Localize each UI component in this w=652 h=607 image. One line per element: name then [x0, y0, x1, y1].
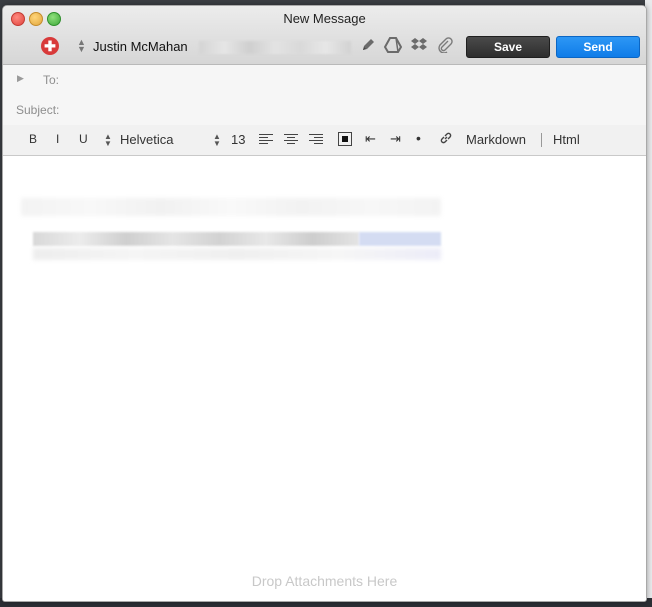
pencil-icon[interactable]	[359, 37, 377, 55]
font-stepper-icon[interactable]: ▲ ▼	[104, 133, 112, 148]
paperclip-icon[interactable]	[436, 37, 454, 55]
dropbox-icon[interactable]	[410, 37, 428, 55]
drop-attachments-hint: Drop Attachments Here	[251, 573, 398, 589]
font-size-select[interactable]: 13	[231, 132, 245, 147]
align-right-icon[interactable]	[309, 134, 323, 145]
title-bar: New Message ✚ ▲ ▼ Justin McMahan Save Sen…	[3, 6, 646, 65]
format-toolbar: B I U ▲ ▼ Helvetica ▲ ▼ 13 ⇤ ⇥ • Markdown …	[3, 125, 646, 156]
html-mode-button[interactable]: Html	[553, 132, 580, 147]
size-stepper-icon[interactable]: ▲ ▼	[213, 133, 221, 148]
subject-label: Subject:	[16, 103, 60, 117]
align-left-icon[interactable]	[259, 134, 273, 145]
from-account-icon[interactable]: ✚	[41, 37, 59, 55]
message-body-editor[interactable]: Drop Attachments Here	[3, 156, 646, 601]
save-button[interactable]: Save	[466, 36, 550, 58]
to-label: To:	[43, 73, 60, 87]
compose-window: New Message ✚ ▲ ▼ Justin McMahan Save Sen…	[2, 5, 647, 602]
redacted-link	[359, 232, 441, 246]
send-button[interactable]: Send	[556, 36, 640, 58]
expand-recipients-icon[interactable]: ▶	[17, 73, 24, 84]
italic-button[interactable]: I	[56, 132, 59, 146]
subject-field-row[interactable]: Subject:	[3, 95, 646, 126]
from-stepper-icon[interactable]: ▲ ▼	[77, 38, 86, 54]
align-center-icon[interactable]	[284, 134, 298, 145]
bullet-list-icon[interactable]: •	[416, 130, 421, 146]
underline-button[interactable]: U	[79, 132, 88, 146]
markdown-mode-button[interactable]: Markdown	[466, 132, 526, 147]
text-color-icon[interactable]	[338, 132, 352, 146]
redacted-text-line	[21, 198, 441, 216]
window-title: New Message	[283, 11, 366, 26]
to-field-row[interactable]: ▶ To:	[3, 65, 646, 96]
from-account-name[interactable]: Justin McMahan	[93, 39, 188, 54]
google-drive-icon[interactable]	[383, 37, 403, 55]
outdent-icon[interactable]: ⇤	[365, 131, 376, 147]
font-select[interactable]: Helvetica	[120, 132, 173, 147]
redacted-text-line	[33, 248, 441, 260]
mode-separator	[541, 133, 542, 147]
redacted-text-line	[33, 232, 359, 246]
indent-icon[interactable]: ⇥	[390, 131, 401, 147]
bold-button[interactable]: B	[29, 132, 37, 146]
link-icon[interactable]	[439, 131, 453, 148]
from-email-redacted	[199, 41, 351, 54]
